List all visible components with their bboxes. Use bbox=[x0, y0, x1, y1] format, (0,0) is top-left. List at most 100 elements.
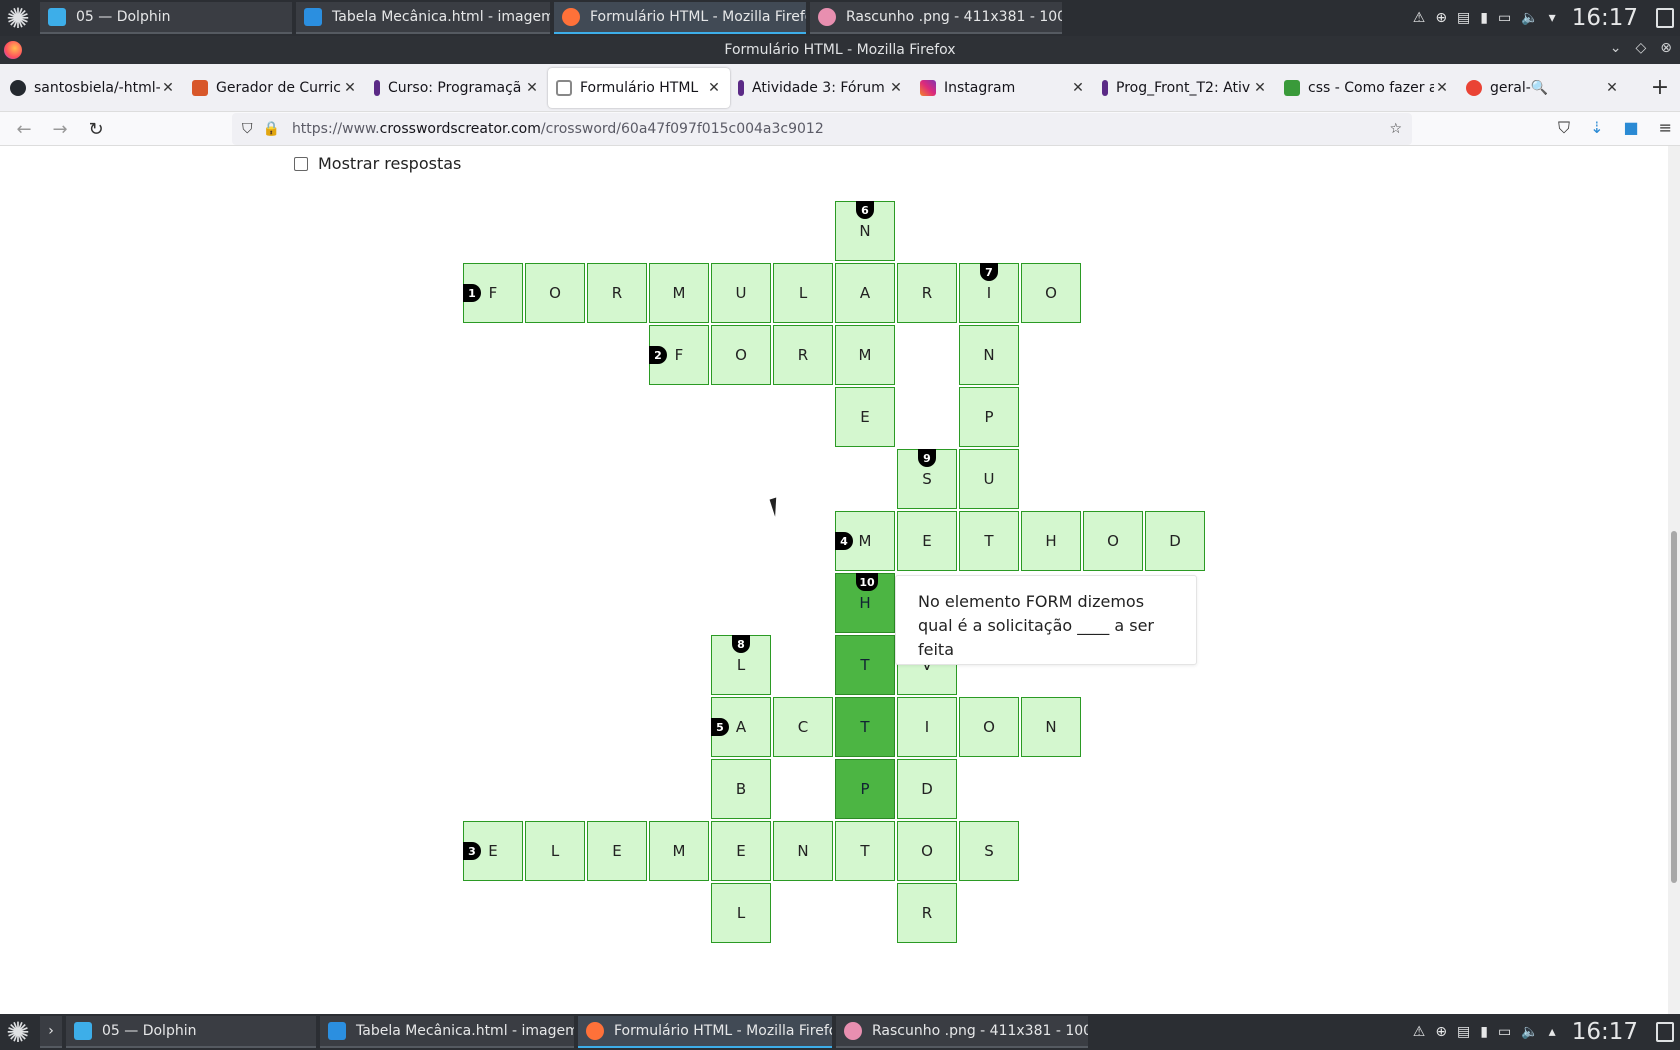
notifications-icon[interactable]: ⚠ bbox=[1413, 10, 1426, 26]
tab-atividade[interactable]: Atividade 3: Fórum ✕ bbox=[730, 68, 912, 108]
crossword-cell[interactable]: E bbox=[587, 821, 647, 881]
terminal-icon[interactable]: › bbox=[40, 1016, 62, 1048]
crossword-cell[interactable]: P bbox=[835, 759, 895, 819]
clock[interactable]: 16:17 bbox=[1572, 1019, 1638, 1045]
show-desktop-icon[interactable] bbox=[1656, 8, 1674, 28]
menu-icon[interactable]: ≡ bbox=[1659, 118, 1672, 138]
bookmark-star-icon[interactable]: ☆ bbox=[1389, 121, 1402, 137]
tab-formulario-html[interactable]: Formulário HTML ✕ bbox=[548, 67, 730, 108]
crossword-cell[interactable]: D bbox=[1145, 511, 1205, 571]
clock[interactable]: 16:17 bbox=[1572, 5, 1638, 31]
task-image-viewer[interactable]: Rascunho .png - 411x381 - 100% ... bbox=[836, 1016, 1088, 1048]
page-scrollbar[interactable] bbox=[1668, 146, 1680, 1014]
volume-icon[interactable]: 🔈 bbox=[1521, 10, 1538, 26]
back-icon[interactable]: ← bbox=[12, 117, 36, 141]
crossword-cell[interactable]: E bbox=[711, 821, 771, 881]
close-tab-icon[interactable]: ✕ bbox=[706, 80, 722, 96]
usb-icon[interactable]: ▮ bbox=[1480, 10, 1488, 26]
crossword-cell[interactable]: U bbox=[959, 449, 1019, 509]
close-tab-icon[interactable]: ✕ bbox=[888, 80, 904, 96]
crossword-cell[interactable]: T bbox=[959, 511, 1019, 571]
clipboard-icon[interactable]: ▤ bbox=[1457, 10, 1470, 26]
task-dolphin[interactable]: 05 — Dolphin bbox=[40, 2, 292, 34]
crossword-cell[interactable]: T bbox=[835, 635, 895, 695]
minimize-icon[interactable]: ⌄ bbox=[1610, 40, 1622, 56]
app-launcher-icon[interactable]: ✺ bbox=[0, 0, 36, 36]
shield-icon[interactable]: ⛉ bbox=[242, 121, 253, 137]
task-vscode[interactable]: Tabela Mecânica.html - imagem g... bbox=[320, 1016, 574, 1048]
close-tab-icon[interactable]: ✕ bbox=[524, 80, 540, 96]
reload-icon[interactable]: ↻ bbox=[84, 117, 108, 141]
notifications-icon[interactable]: ⚠ bbox=[1413, 1024, 1426, 1040]
tab-css[interactable]: css - Como fazer a t ✕ bbox=[1276, 68, 1458, 108]
close-tab-icon[interactable]: ✕ bbox=[1070, 80, 1086, 96]
scrollbar-thumb[interactable] bbox=[1671, 531, 1677, 883]
tab-instagram[interactable]: Instagram ✕ bbox=[912, 68, 1094, 108]
tab-github[interactable]: santosbiela/-html-a ✕ bbox=[2, 68, 184, 108]
update-icon[interactable]: ⊕ bbox=[1435, 10, 1447, 26]
display-icon[interactable]: ▭ bbox=[1498, 10, 1511, 26]
forward-icon[interactable]: → bbox=[48, 117, 72, 141]
close-window-icon[interactable]: ⊗ bbox=[1660, 40, 1672, 56]
crossword-cell[interactable]: T bbox=[835, 821, 895, 881]
crossword-cell[interactable]: E bbox=[835, 387, 895, 447]
crossword-cell[interactable]: R bbox=[587, 263, 647, 323]
url-bar[interactable]: ⛉ 🔒 https://www. crosswordscreator.com/cr… bbox=[232, 113, 1412, 145]
crossword-cell[interactable]: D bbox=[897, 759, 957, 819]
task-firefox[interactable]: Formulário HTML - Mozilla Firefox bbox=[554, 2, 806, 34]
usb-icon[interactable]: ▮ bbox=[1480, 1024, 1488, 1040]
close-tab-icon[interactable]: ✕ bbox=[1604, 80, 1620, 96]
close-tab-icon[interactable]: ✕ bbox=[1434, 80, 1450, 96]
clipboard-icon[interactable]: ▤ bbox=[1457, 1024, 1470, 1040]
crossword-cell[interactable]: O bbox=[711, 325, 771, 385]
crossword-cell[interactable]: O bbox=[1083, 511, 1143, 571]
crossword-cell[interactable]: H bbox=[1021, 511, 1081, 571]
update-icon[interactable]: ⊕ bbox=[1435, 1024, 1447, 1040]
crossword-cell[interactable]: O bbox=[897, 821, 957, 881]
expand-tray-icon[interactable]: ▴ bbox=[1549, 1024, 1556, 1040]
crossword-cell[interactable]: N bbox=[959, 325, 1019, 385]
crossword-cell[interactable]: A bbox=[835, 263, 895, 323]
close-tab-icon[interactable]: ✕ bbox=[342, 80, 358, 96]
crossword-cell[interactable]: M bbox=[649, 263, 709, 323]
crossword-cell[interactable]: O bbox=[1021, 263, 1081, 323]
task-dolphin[interactable]: 05 — Dolphin bbox=[66, 1016, 316, 1048]
crossword-cell[interactable]: N bbox=[773, 821, 833, 881]
task-vscode[interactable]: Tabela Mecânica.html - imagem g... bbox=[296, 2, 550, 34]
app-launcher-icon[interactable]: ✺ bbox=[0, 1014, 36, 1050]
crossword-cell[interactable]: R bbox=[897, 883, 957, 943]
tab-gerador[interactable]: Gerador de Curricul ✕ bbox=[184, 68, 366, 108]
crossword-cell[interactable]: P bbox=[959, 387, 1019, 447]
crossword-cell[interactable]: U bbox=[711, 263, 771, 323]
crossword-cell[interactable]: L bbox=[525, 821, 585, 881]
close-tab-icon[interactable]: ✕ bbox=[160, 80, 176, 96]
crossword-cell[interactable]: C bbox=[773, 697, 833, 757]
downloads-icon[interactable]: ⇣ bbox=[1590, 118, 1603, 138]
tab-prog-front[interactable]: Prog_Front_T2: Ativ ✕ bbox=[1094, 68, 1276, 108]
show-desktop-icon[interactable] bbox=[1656, 1022, 1674, 1042]
close-tab-icon[interactable]: ✕ bbox=[1252, 80, 1268, 96]
crossword-cell[interactable]: I bbox=[897, 697, 957, 757]
tab-geral[interactable]: geral-🔍 ✕ bbox=[1458, 68, 1628, 108]
crossword-cell[interactable]: M bbox=[835, 325, 895, 385]
crossword-cell[interactable]: R bbox=[897, 263, 957, 323]
crossword-cell[interactable]: T bbox=[835, 697, 895, 757]
crossword-cell[interactable]: R bbox=[773, 325, 833, 385]
maximize-icon[interactable]: ◇ bbox=[1635, 40, 1646, 56]
crossword-cell[interactable]: E bbox=[897, 511, 957, 571]
crossword-cell[interactable]: O bbox=[959, 697, 1019, 757]
crossword-cell[interactable]: L bbox=[773, 263, 833, 323]
crossword-cell[interactable]: M bbox=[649, 821, 709, 881]
lock-icon[interactable]: 🔒 bbox=[263, 121, 280, 137]
new-tab-button[interactable]: + bbox=[1640, 75, 1680, 100]
crossword-cell[interactable]: N bbox=[1021, 697, 1081, 757]
crossword-cell[interactable]: O bbox=[525, 263, 585, 323]
volume-icon[interactable]: 🔈 bbox=[1521, 1024, 1538, 1040]
task-firefox[interactable]: Formulário HTML - Mozilla Firefox bbox=[578, 1016, 832, 1048]
task-image-viewer[interactable]: Rascunho .png - 411x381 - 100% ... bbox=[810, 2, 1062, 34]
crossword-cell[interactable]: B bbox=[711, 759, 771, 819]
pocket-icon[interactable]: ⛉ bbox=[1558, 118, 1570, 138]
crossword-cell[interactable]: L bbox=[711, 883, 771, 943]
extension-zoom-icon[interactable]: ■ bbox=[1623, 118, 1638, 138]
expand-tray-icon[interactable]: ▾ bbox=[1549, 10, 1556, 26]
